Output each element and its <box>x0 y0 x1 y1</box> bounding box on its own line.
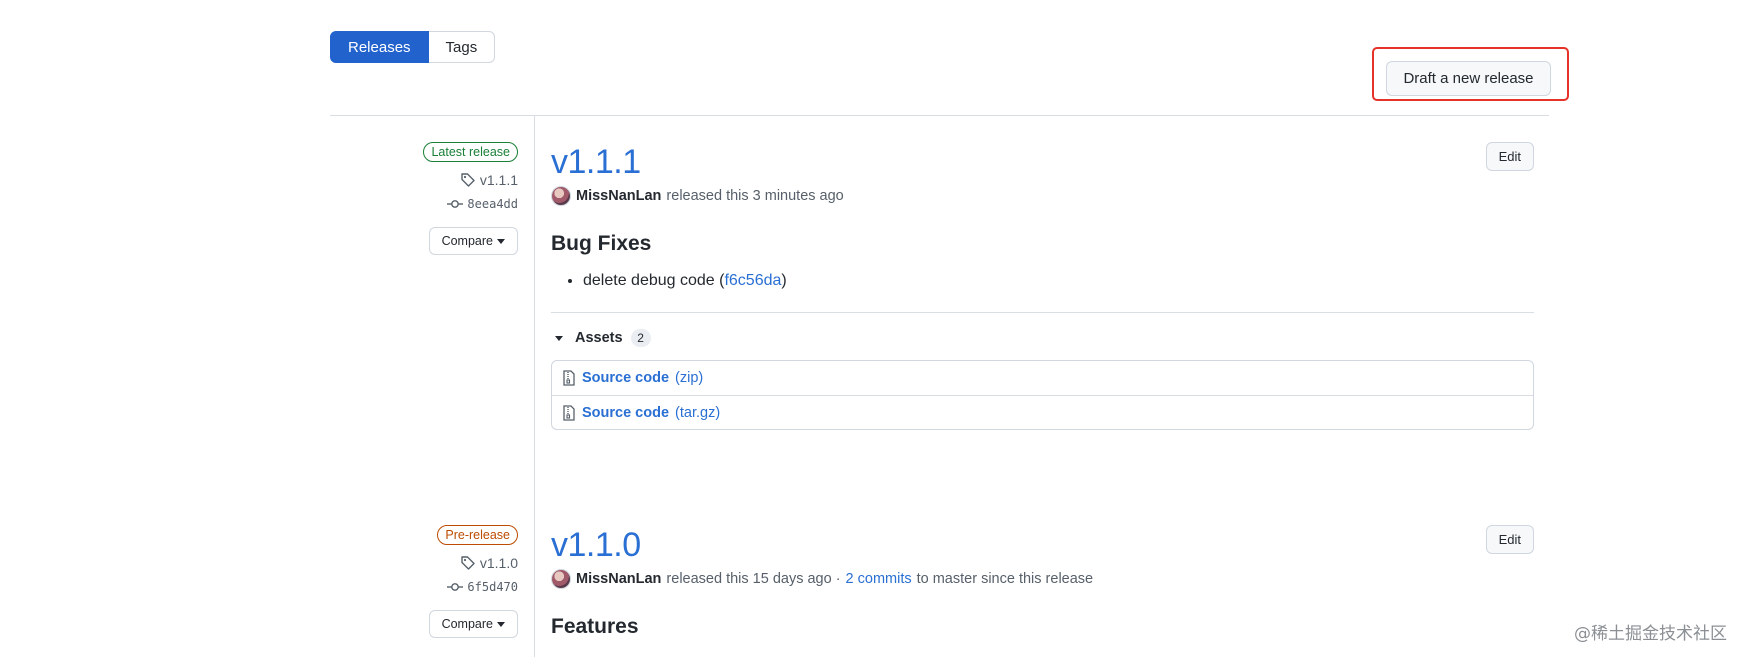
release-time: released this 3 minutes ago <box>666 188 844 204</box>
chevron-down-icon <box>497 621 505 627</box>
triangle-down-icon <box>555 335 563 341</box>
assets-count: 2 <box>630 329 651 347</box>
release-notes: delete debug code (f6c56da) <box>583 272 1534 290</box>
asset-list: Source code (zip) Source code (tar.gz) <box>551 360 1534 430</box>
tag-icon <box>460 172 476 188</box>
release-time: released this 15 days ago · <box>666 571 841 587</box>
author-link[interactable]: MissNanLan <box>576 188 661 204</box>
compare-label: Compare <box>441 617 493 631</box>
list-item: delete debug code (f6c56da) <box>583 272 1534 290</box>
asset-ext: (tar.gz) <box>675 404 721 421</box>
avatar[interactable] <box>551 569 571 589</box>
note-close: ) <box>781 272 787 289</box>
commit-hash-link[interactable]: f6c56da <box>724 272 781 289</box>
asset-name: Source code <box>582 404 670 421</box>
release-byline: MissNanLan released this 15 days ago · 2… <box>551 569 1534 589</box>
tab-tags[interactable]: Tags <box>428 31 496 63</box>
author-link[interactable]: MissNanLan <box>576 571 661 587</box>
tag-icon <box>460 555 476 571</box>
tag-name: v1.1.1 <box>479 172 518 188</box>
file-zip-icon <box>562 404 576 421</box>
assets-divider <box>551 312 1534 313</box>
tag-link[interactable]: v1.1.0 <box>318 555 518 571</box>
assets-label: Assets <box>575 330 623 346</box>
notes-heading: Features <box>551 615 639 638</box>
latest-release-badge: Latest release <box>423 142 518 162</box>
release-v1-1-0: v1.1.0 Edit MissNanLan released this 15 … <box>551 525 1534 639</box>
release-sidebar: Latest release v1.1.1 8eea4dd Compare <box>318 142 518 255</box>
notes-heading: Bug Fixes <box>551 232 652 255</box>
chevron-down-icon <box>497 238 505 244</box>
tag-link[interactable]: v1.1.1 <box>318 172 518 188</box>
asset-source-targz[interactable]: Source code (tar.gz) <box>552 395 1533 429</box>
release-tabs: Releases Tags <box>330 31 496 63</box>
commit-sha: 8eea4dd <box>467 197 518 211</box>
release-sidebar: Pre-release v1.1.0 6f5d470 Compare <box>318 525 518 638</box>
commit-link[interactable]: 6f5d470 <box>318 580 518 594</box>
release-title[interactable]: v1.1.1 <box>551 142 1534 182</box>
avatar[interactable] <box>551 186 571 206</box>
compare-button[interactable]: Compare <box>428 227 518 255</box>
commits-suffix: to master since this release <box>916 571 1094 587</box>
tab-releases[interactable]: Releases <box>330 31 429 63</box>
draft-new-release-button[interactable]: Draft a new release <box>1386 61 1551 96</box>
header-divider <box>330 115 1549 116</box>
release-byline: MissNanLan released this 3 minutes ago <box>551 186 1534 206</box>
assets-toggle[interactable]: Assets 2 <box>551 329 1534 347</box>
asset-ext: (zip) <box>675 370 704 386</box>
asset-name: Source code <box>582 370 670 386</box>
commits-link[interactable]: 2 commits <box>846 571 912 587</box>
commit-sha: 6f5d470 <box>467 580 518 594</box>
commit-link[interactable]: 8eea4dd <box>318 197 518 211</box>
timeline-divider <box>534 116 535 657</box>
commit-icon <box>447 198 464 210</box>
release-v1-1-1: v1.1.1 Edit MissNanLan released this 3 m… <box>551 142 1534 430</box>
watermark: @稀土掘金技术社区 <box>1574 624 1727 644</box>
file-zip-icon <box>562 370 576 386</box>
tag-name: v1.1.0 <box>479 555 518 571</box>
edit-button[interactable]: Edit <box>1485 525 1534 554</box>
note-text: delete debug code ( <box>583 272 725 289</box>
commit-icon <box>447 581 464 593</box>
edit-button[interactable]: Edit <box>1485 142 1534 171</box>
compare-button[interactable]: Compare <box>428 610 518 638</box>
asset-source-zip[interactable]: Source code (zip) <box>552 361 1533 395</box>
pre-release-badge: Pre-release <box>437 525 518 545</box>
compare-label: Compare <box>441 234 493 248</box>
release-title[interactable]: v1.1.0 <box>551 525 1534 565</box>
